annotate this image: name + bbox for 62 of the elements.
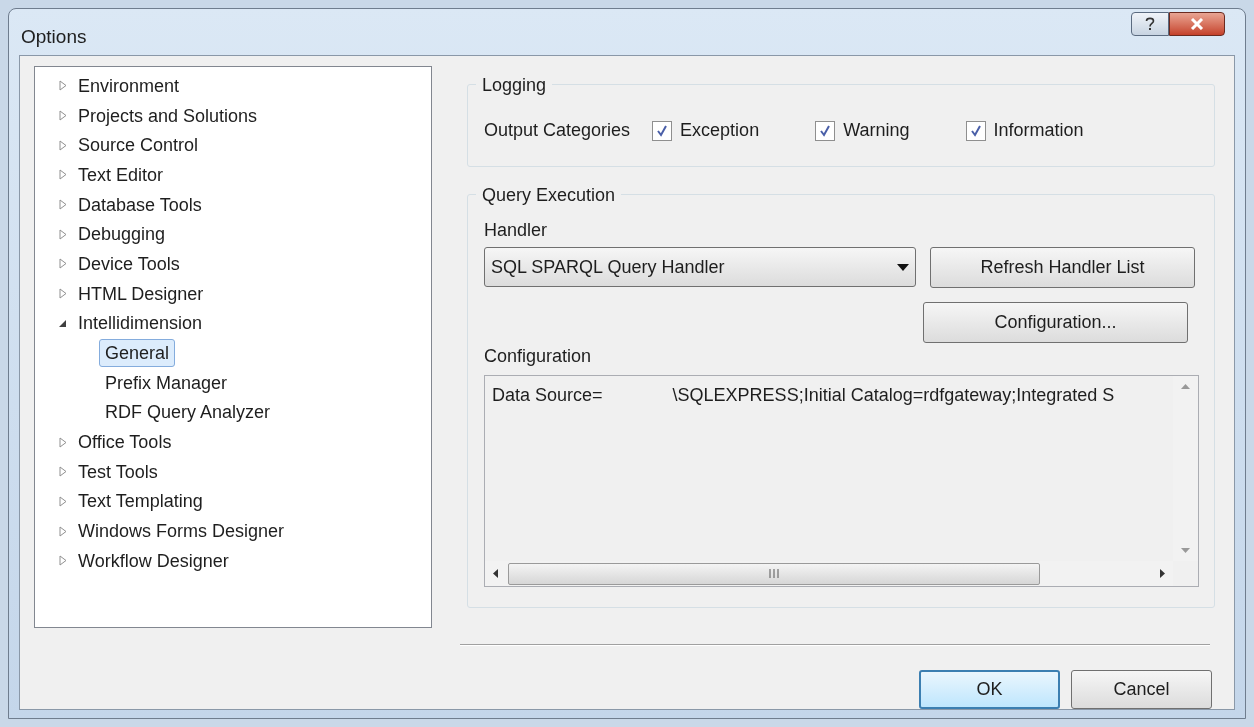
refresh-handler-list-button[interactable]: Refresh Handler List <box>930 247 1195 288</box>
collapsed-arrow-icon[interactable] <box>58 525 67 537</box>
tree-item[interactable]: HTML Designer <box>72 279 210 308</box>
checkbox-label: Information <box>993 119 1084 142</box>
checkmark-icon <box>656 124 669 137</box>
collapsed-arrow-icon[interactable] <box>58 258 67 270</box>
collapsed-arrow-icon[interactable] <box>58 555 67 567</box>
output-categories-label: Output Categories <box>484 119 631 142</box>
tree-item[interactable]: Database Tools <box>72 190 208 219</box>
window-title: Options <box>21 25 87 49</box>
collapsed-arrow-icon[interactable] <box>58 466 67 478</box>
configuration-text: Data Source= \SQLEXPRESS;Initial Catalog=rdfgateway;Integrated S <box>492 385 1115 405</box>
collapsed-arrow-icon[interactable] <box>58 139 67 151</box>
handler-label: Handler <box>484 219 548 241</box>
tree-item[interactable]: Debugging <box>72 220 172 249</box>
checkbox[interactable] <box>815 120 836 141</box>
tree-item[interactable]: Office Tools <box>72 428 178 457</box>
checkmark-icon <box>969 124 982 137</box>
tree-item[interactable]: General <box>99 339 176 368</box>
grip-icon <box>769 569 779 578</box>
collapsed-arrow-icon[interactable] <box>58 110 67 122</box>
configuration-textbox[interactable]: Data Source= \SQLEXPRESS;Initial Catalog=rdfgateway;Integrated S <box>484 375 1199 587</box>
configuration-button[interactable]: Configuration... <box>923 302 1188 343</box>
scroll-left-icon[interactable] <box>493 569 498 578</box>
collapsed-arrow-icon[interactable] <box>58 495 67 507</box>
tree-item[interactable]: Environment <box>72 71 186 100</box>
tree-item[interactable]: Projects and Solutions <box>72 101 264 130</box>
tree-item[interactable]: Prefix Manager <box>99 368 234 397</box>
checkbox-label: Warning <box>843 119 910 142</box>
tree-item[interactable]: Intellidimension <box>72 309 209 338</box>
collapsed-arrow-icon[interactable] <box>58 288 67 300</box>
tree-item[interactable]: Source Control <box>72 131 205 160</box>
help-button[interactable] <box>1131 12 1169 36</box>
checkbox-label: Exception <box>680 119 760 142</box>
tree-item[interactable]: Test Tools <box>72 457 164 486</box>
tree-item[interactable]: Text Templating <box>72 487 209 516</box>
scroll-right-icon[interactable] <box>1160 569 1165 578</box>
tree-item[interactable]: Text Editor <box>72 160 170 189</box>
configuration-label: Configuration <box>484 345 592 367</box>
collapsed-arrow-icon[interactable] <box>58 436 67 448</box>
checkbox[interactable] <box>965 120 986 141</box>
dropdown-arrow-icon <box>897 263 909 271</box>
collapsed-arrow-icon[interactable] <box>58 169 67 181</box>
help-icon <box>1145 17 1155 31</box>
checkbox[interactable] <box>652 120 673 141</box>
close-icon <box>1190 18 1204 30</box>
close-button[interactable] <box>1169 12 1225 36</box>
tree-item[interactable]: RDF Query Analyzer <box>99 398 277 427</box>
collapsed-arrow-icon[interactable] <box>58 199 67 211</box>
handler-dropdown[interactable]: SQL SPARQL Query Handler <box>484 247 916 287</box>
scrollbar-thumb[interactable] <box>508 562 1040 585</box>
collapsed-arrow-icon[interactable] <box>58 228 67 240</box>
tree-item[interactable]: Windows Forms Designer <box>72 517 291 546</box>
scroll-down-icon[interactable] <box>1181 548 1190 553</box>
cancel-button[interactable]: Cancel <box>1071 670 1212 709</box>
tree-item[interactable]: Workflow Designer <box>72 546 235 575</box>
ok-button[interactable]: OK <box>919 670 1060 709</box>
expanded-arrow-icon[interactable] <box>58 318 67 328</box>
tree-item[interactable]: Device Tools <box>72 249 186 278</box>
checkmark-icon <box>819 124 832 137</box>
scroll-up-icon[interactable] <box>1181 384 1190 389</box>
collapsed-arrow-icon[interactable] <box>58 80 67 92</box>
